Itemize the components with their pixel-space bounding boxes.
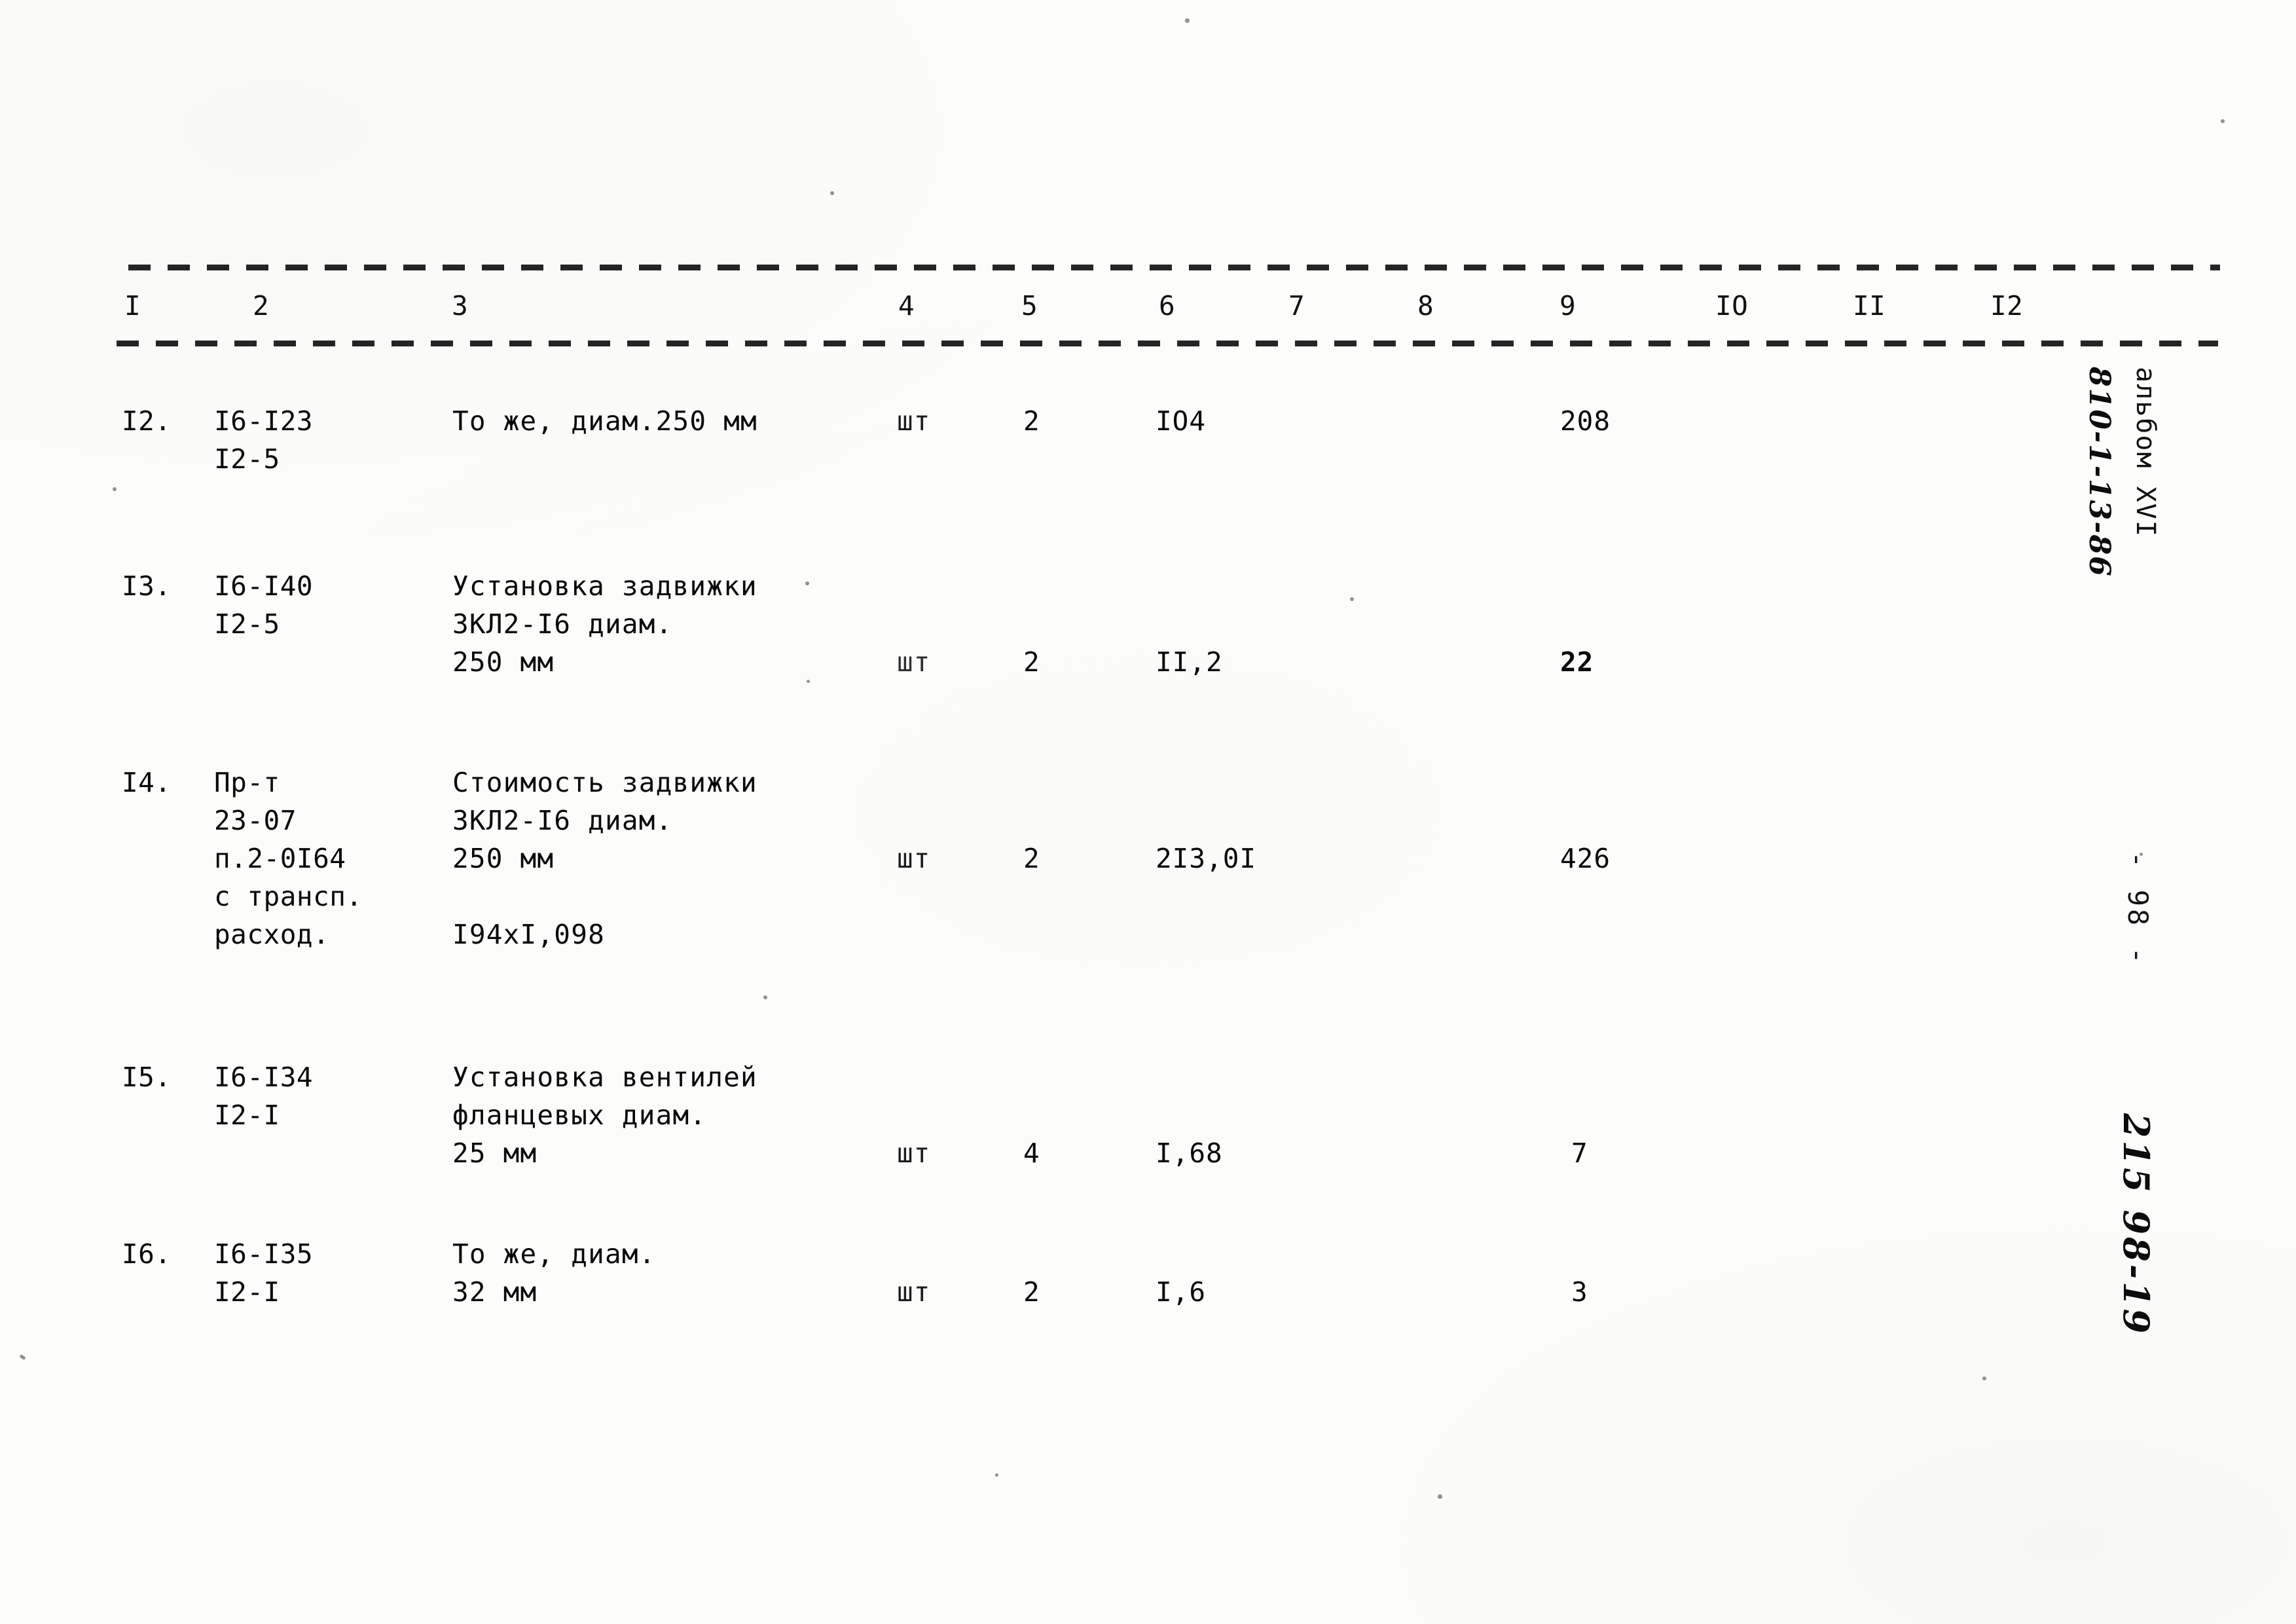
- row-quantity: 2: [1023, 646, 1040, 678]
- row-price: IO4: [1156, 405, 1207, 437]
- column-header-6: 6: [1159, 290, 1176, 322]
- row-code-line: I2-I: [214, 1099, 280, 1131]
- row-number: I3.: [122, 570, 172, 602]
- column-header-4: 4: [898, 290, 915, 322]
- row-number: I5.: [122, 1061, 172, 1093]
- row-code-line: I2-I: [214, 1276, 280, 1308]
- row-code-line: I6-I35: [214, 1238, 314, 1270]
- scan-speck: [1438, 1494, 1442, 1499]
- row-quantity: 4: [1023, 1137, 1040, 1169]
- row-description-line: 32 мм: [452, 1276, 538, 1308]
- row-quantity: 2: [1023, 405, 1040, 437]
- column-header-11: II: [1853, 290, 1886, 322]
- scan-speck: [113, 487, 117, 491]
- document-page: I 2 3 4 5 6 7 8 9 IO II I2 I2. I6-I23 I2…: [0, 0, 2296, 1624]
- scan-paper-tone: [0, 0, 2296, 1624]
- row-total: 426: [1560, 843, 1611, 874]
- row-unit: шт: [897, 1137, 931, 1169]
- row-number: I2.: [122, 405, 172, 437]
- row-unit: шт: [897, 1276, 931, 1308]
- page-number: - 98 -: [2122, 851, 2154, 967]
- column-header-3: 3: [452, 290, 469, 322]
- row-description-line: То же, диам.250 мм: [452, 405, 757, 437]
- scan-speck: [1350, 597, 1354, 601]
- row-code-line: I6-I34: [214, 1061, 314, 1093]
- column-header-8: 8: [1417, 290, 1434, 322]
- scan-speck: [2140, 853, 2143, 856]
- column-header-12: I2: [1990, 290, 2024, 322]
- scan-speck: [1982, 1376, 1986, 1380]
- row-total: 7: [1571, 1137, 1588, 1169]
- table-top-dashed-rule: [128, 265, 2220, 270]
- scan-speck: [830, 191, 834, 195]
- column-header-10: IO: [1715, 290, 1749, 322]
- row-code-line: I6-I23: [214, 405, 314, 437]
- table-header-bottom-dashed-rule: [117, 341, 2218, 346]
- row-code-line: с трансп.: [214, 881, 363, 912]
- row-description-line: То же, диам.: [452, 1238, 656, 1270]
- margin-album-code: 810-1-13-86: [2083, 367, 2116, 578]
- column-header-5: 5: [1021, 290, 1038, 322]
- row-description-calculation: I94xI,098: [452, 919, 605, 950]
- row-price: 2I3,0I: [1156, 843, 1257, 874]
- row-description-line: фланцевых диам.: [452, 1099, 707, 1131]
- row-total: 208: [1560, 405, 1611, 437]
- row-number: I4.: [122, 767, 172, 798]
- column-header-7: 7: [1288, 290, 1305, 322]
- row-description-line: 250 мм: [452, 843, 555, 874]
- row-code-line: Пр-т: [214, 767, 280, 798]
- row-description-line: Установка вентилей: [452, 1061, 757, 1093]
- row-quantity: 2: [1023, 1276, 1040, 1308]
- scan-speck: [805, 581, 809, 585]
- margin-archive-stamp: 215 98-19: [2115, 1113, 2157, 1337]
- row-number: I6.: [122, 1238, 172, 1270]
- scan-speck: [2221, 119, 2225, 123]
- row-description-line: Стоимость задвижки: [452, 767, 757, 798]
- row-price: II,2: [1156, 646, 1223, 678]
- row-description-line: 25 мм: [452, 1137, 538, 1169]
- row-unit: шт: [897, 405, 931, 437]
- row-total: 3: [1571, 1276, 1588, 1308]
- row-price: I,68: [1156, 1137, 1223, 1169]
- scan-speck: [807, 680, 810, 683]
- scan-speck: [19, 1354, 26, 1361]
- row-code-line: 23-07: [214, 805, 297, 836]
- row-quantity: 2: [1023, 843, 1040, 874]
- scan-speck: [995, 1473, 998, 1477]
- row-unit: шт: [897, 843, 931, 874]
- column-header-9: 9: [1559, 290, 1576, 322]
- scan-speck: [763, 995, 767, 999]
- row-code-line: расход.: [214, 919, 330, 950]
- row-description-line: Установка задвижки: [452, 570, 757, 602]
- row-price: I,6: [1156, 1276, 1207, 1308]
- column-header-1: I: [124, 290, 141, 322]
- row-code-line: I2-5: [214, 608, 280, 640]
- row-unit: шт: [897, 646, 931, 678]
- row-code-line: I6-I40: [214, 570, 314, 602]
- row-total: 22: [1560, 646, 1594, 678]
- row-code-line: I2-5: [214, 443, 280, 475]
- margin-album-label: альбом XVI: [2130, 367, 2160, 538]
- column-header-2: 2: [253, 290, 270, 322]
- row-code-line: п.2-0I64: [214, 843, 346, 874]
- row-description-line: 250 мм: [452, 646, 555, 678]
- row-description-line: ЗКЛ2-I6 диам.: [452, 805, 673, 836]
- row-description-line: ЗКЛ2-I6 диам.: [452, 608, 673, 640]
- scan-speck: [1185, 18, 1190, 23]
